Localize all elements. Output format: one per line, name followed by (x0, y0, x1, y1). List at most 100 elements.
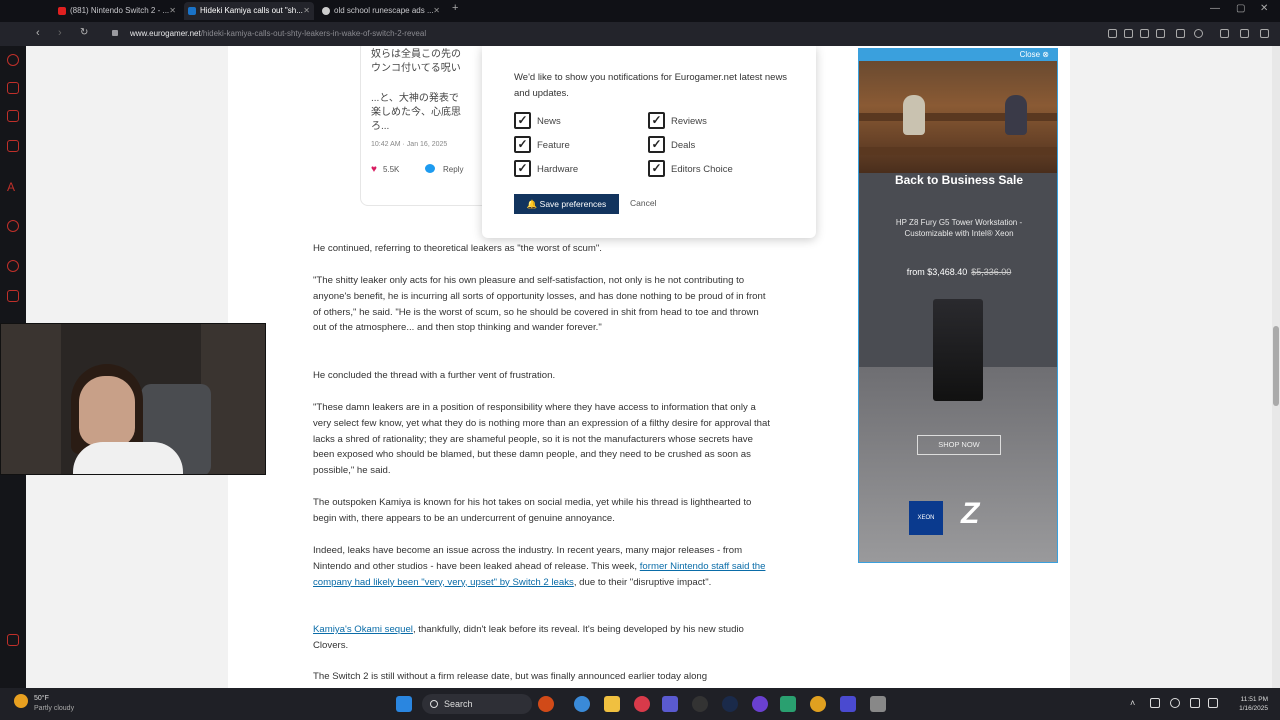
start-icon[interactable] (396, 696, 412, 712)
page-scrollbar[interactable] (1272, 46, 1280, 688)
app-v-icon[interactable] (840, 696, 856, 712)
url-field[interactable]: www.eurogamer.net/hideki-kamiya-calls-ou… (130, 26, 1030, 42)
checkbox-check-icon[interactable]: ✓ (648, 160, 665, 177)
okami-sequel-link[interactable]: Kamiya's Okami sequel (313, 624, 413, 635)
obs-icon[interactable] (692, 696, 708, 712)
checkbox-check-icon[interactable]: ✓ (514, 112, 531, 129)
system-clock[interactable]: 11:51 PM 1/16/2025 (1224, 695, 1268, 713)
close-window-icon[interactable]: ✕ (1260, 3, 1268, 14)
opera-icon[interactable] (634, 696, 650, 712)
back-icon[interactable]: ‹ (36, 27, 40, 39)
embedded-tweet: 奴らは全員この先の ウンコ付いてる呪い ...と、大神の発表で 楽しめた今、心底… (360, 46, 500, 206)
checkbox-check-icon[interactable]: ✓ (648, 112, 665, 129)
ad-headline: Back to Business Sale (894, 173, 1024, 187)
more-icon[interactable] (1260, 29, 1269, 38)
checkbox-check-icon[interactable]: ✓ (648, 136, 665, 153)
ad-image (859, 61, 1057, 173)
close-tab-icon[interactable]: ✕ (433, 2, 440, 20)
instagram-icon[interactable] (7, 110, 19, 122)
article-paragraph: The outspoken Kamiya is known for his ho… (313, 497, 752, 524)
app-icon[interactable] (752, 696, 768, 712)
tab-label: Hideki Kamiya calls out "sh... (200, 6, 303, 15)
article-paragraph: "The shitty leaker only acts for his own… (313, 275, 766, 334)
copilot-icon[interactable] (574, 696, 590, 712)
tweet-text: ...と、大神の発表で (371, 93, 459, 104)
settings-icon[interactable] (7, 634, 19, 646)
tray-icon[interactable] (1150, 698, 1160, 708)
tab-youtube[interactable]: (881) Nintendo Switch 2 - ... ✕ (54, 2, 180, 20)
forward-icon[interactable]: › (58, 27, 62, 39)
shop-now-button[interactable]: SHOP NOW (917, 435, 1001, 455)
save-preferences-button[interactable]: 🔔 Save preferences (514, 194, 619, 214)
app-v-icon[interactable] (662, 696, 678, 712)
history-icon[interactable] (7, 220, 19, 232)
extension-icon[interactable] (1156, 29, 1165, 38)
taskbar: 50°F Partly cloudy Search ˄ 11:51 PM 1/16/… (0, 688, 1280, 720)
cancel-button[interactable]: Cancel (630, 198, 656, 208)
weather-icon (14, 694, 28, 708)
scrollbar-thumb[interactable] (1273, 326, 1279, 406)
checkbox-check-icon[interactable]: ✓ (514, 136, 531, 153)
new-tab-icon[interactable]: + (452, 2, 458, 14)
weather-widget[interactable]: 50°F Partly cloudy (34, 694, 74, 714)
lock-icon (112, 30, 118, 36)
app-icon[interactable] (780, 696, 796, 712)
tweet-text: 奴らは全員この先の (371, 49, 461, 60)
intel-xeon-logo: XEON (909, 501, 943, 535)
app-icon[interactable] (538, 696, 554, 712)
tab-search[interactable]: old school runescape ads ... ✕ (318, 2, 444, 20)
tweet-text: ろ... (371, 121, 390, 132)
menu-icon[interactable] (1220, 29, 1229, 38)
heart-icon[interactable] (1194, 29, 1203, 38)
tray-icon[interactable] (1170, 698, 1180, 708)
extension-icon[interactable] (1108, 29, 1117, 38)
tab-bar: (881) Nintendo Switch 2 - ... ✕ Hideki K… (0, 0, 1280, 22)
tab-eurogamer[interactable]: Hideki Kamiya calls out "sh... ✕ (184, 2, 314, 20)
maximize-icon[interactable]: ▢ (1236, 3, 1245, 14)
play-icon[interactable] (1176, 29, 1185, 38)
streamer-face (79, 376, 135, 446)
checkbox-check-icon[interactable]: ✓ (514, 160, 531, 177)
download-icon[interactable] (1240, 29, 1249, 38)
search-icon (430, 700, 438, 708)
chrome-icon[interactable] (810, 696, 826, 712)
steam-icon[interactable] (722, 696, 738, 712)
close-tab-icon[interactable]: ✕ (303, 2, 310, 20)
bookmarks-icon[interactable] (7, 140, 19, 152)
reload-icon[interactable]: ↻ (80, 27, 88, 38)
article-paragraph: He concluded the thread with a further v… (313, 370, 556, 381)
messenger-icon[interactable] (7, 54, 19, 66)
address-bar: ‹ › ↻ www.eurogamer.net/hideki-kamiya-ca… (0, 22, 1280, 46)
article-paragraph: The Switch 2 is still without a firm rel… (313, 671, 708, 682)
article-paragraph: Kamiya's Okami sequel, thankfully, didn'… (313, 624, 744, 651)
tweet-text: 楽しめた今、心底思 (371, 107, 461, 118)
clock-icon[interactable] (7, 260, 19, 272)
taskbar-search[interactable]: Search (422, 694, 532, 714)
network-icon[interactable] (1190, 698, 1200, 708)
ad-close-button[interactable]: Close ⊗ (859, 49, 1057, 61)
app-icon[interactable] (870, 696, 886, 712)
aria-icon[interactable]: A (7, 180, 19, 194)
webcam-overlay (0, 323, 266, 475)
notification-prompt: We'd like to show you notifications for … (482, 46, 816, 238)
workstation-image (933, 299, 983, 401)
extension-icon[interactable] (1140, 29, 1149, 38)
extension-icon[interactable] (1124, 29, 1133, 38)
article-paragraph: He continued, referring to theoretical l… (313, 243, 602, 254)
tab-label: (881) Nintendo Switch 2 - ... (70, 6, 170, 15)
like-button[interactable]: ♥ 5.5K (371, 164, 399, 175)
file-explorer-icon[interactable] (604, 696, 620, 712)
ad-description: HP Z8 Fury G5 Tower Workstation - Custom… (895, 218, 1023, 238)
cube-icon[interactable] (7, 290, 19, 302)
close-tab-icon[interactable]: ✕ (169, 2, 176, 20)
tray-chevron-icon[interactable]: ˄ (1130, 698, 1135, 708)
advertisement[interactable]: Close ⊗ Back to Business Sale HP Z8 Fury… (858, 48, 1058, 563)
volume-icon[interactable] (1208, 698, 1218, 708)
tweet-text: ウンコ付いてる呪い (371, 63, 461, 74)
reply-button[interactable]: Reply (425, 164, 463, 174)
home-icon[interactable] (7, 82, 19, 94)
ad-price: from $3,468.40 $5,336.00 (906, 267, 1012, 277)
youtube-favicon-icon (58, 7, 66, 15)
eurogamer-favicon-icon (188, 7, 196, 15)
minimize-icon[interactable]: — (1210, 3, 1220, 14)
